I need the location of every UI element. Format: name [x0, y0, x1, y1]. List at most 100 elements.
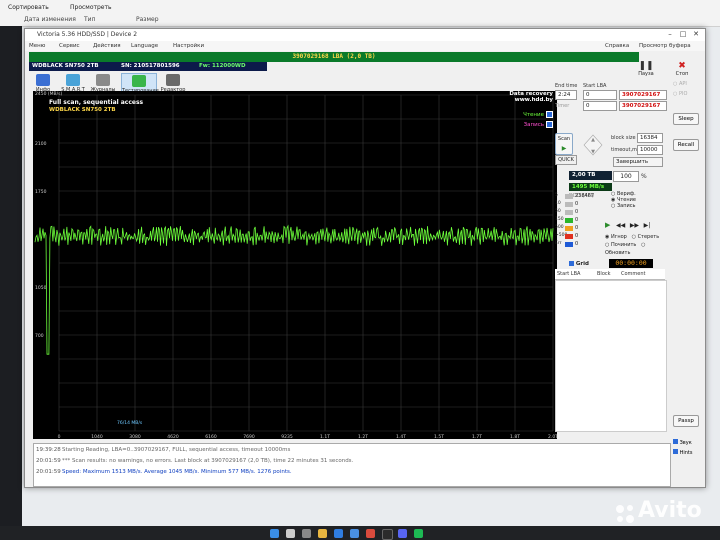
x-tick-label: 1.1T	[320, 434, 330, 439]
timer-field[interactable]: 0	[583, 101, 617, 111]
search-icon[interactable]	[286, 529, 295, 538]
smart-icon	[66, 74, 80, 86]
prev-icon[interactable]: ◀◀	[616, 222, 625, 229]
x-tick-label: 1040	[91, 434, 103, 439]
grid-checkbox[interactable]: Grid	[569, 261, 589, 267]
maximize-icon[interactable]: □	[678, 30, 688, 38]
scan-button[interactable]: Scan ▶	[555, 133, 573, 155]
legend-write-checkbox[interactable]	[546, 121, 553, 128]
sort-button[interactable]: Сортировать	[4, 3, 53, 13]
svg-text:▼: ▼	[591, 149, 595, 155]
view-button[interactable]: Просмотреть	[66, 3, 116, 13]
menu-service[interactable]: Сервис	[59, 43, 80, 49]
col-date[interactable]: Дата изменения	[24, 15, 76, 25]
legend-read-checkbox[interactable]	[546, 111, 553, 118]
sound-checkbox[interactable]: Звук	[673, 439, 692, 446]
device-firmware: Fw: 112000WD	[199, 63, 246, 69]
y-tick-label: 1050	[35, 285, 47, 291]
latency-label: Err	[555, 241, 562, 246]
ignore-radio[interactable]: ◉ Игнор	[605, 234, 627, 240]
log-line: 19:39:28Starting Reading, LBA=0..3907029…	[36, 447, 290, 453]
col-size[interactable]: Размер	[136, 15, 159, 25]
col-type[interactable]: Тип	[84, 15, 96, 25]
y-tick-label: 1750	[35, 189, 47, 195]
start-icon[interactable]	[270, 529, 279, 538]
device-serial: SN: 210517801596	[121, 63, 180, 69]
play-icon[interactable]: ▶	[605, 221, 610, 229]
end-icon[interactable]: ▶|	[644, 222, 651, 229]
latency-count: 0	[575, 233, 579, 239]
folder-icon[interactable]	[318, 529, 327, 538]
x-tick-label: 3080	[129, 434, 141, 439]
legend-write[interactable]: Запись	[523, 121, 553, 128]
menu-language[interactable]: Language	[131, 43, 158, 49]
menu-clipboard[interactable]: Просмотр буфера	[639, 43, 691, 49]
latency-counter-row: 5 238467	[555, 193, 595, 200]
scanned-size: 2,00 TB	[569, 171, 612, 180]
taskview-icon[interactable]	[302, 529, 311, 538]
speed-chart: 2100 1750 1050 700 0 1040 3080 4620 6160 7690 9235…	[34, 94, 557, 439]
timer-label: Timer	[555, 103, 570, 109]
file-explorer-bar: Сортировать Просмотреть Дата изменения Т…	[0, 0, 720, 27]
app-icon[interactable]	[382, 529, 393, 540]
pio-radio[interactable]: ○ PIO	[673, 91, 687, 97]
next-icon[interactable]: ▶▶	[630, 222, 639, 229]
menu-actions[interactable]: Действия	[93, 43, 121, 49]
latency-counter-row: 500 0	[555, 225, 595, 232]
chrome-icon[interactable]	[366, 529, 375, 538]
play-icon: ▶	[561, 145, 567, 152]
lba-field-2[interactable]: 3907029167	[619, 101, 667, 111]
sleep-button[interactable]: Sleep	[673, 113, 699, 125]
menu-main[interactable]: Меню	[29, 43, 45, 49]
log-text: *** Scan results: no warnings, no errors…	[62, 458, 354, 464]
store-icon[interactable]	[350, 529, 359, 538]
timeout-field[interactable]: 10000	[637, 145, 663, 155]
direction-pad[interactable]: ▲ ▼	[581, 133, 605, 157]
latency-swatch	[565, 218, 573, 223]
timeout-label: timeout,ms	[611, 147, 640, 153]
close-icon[interactable]: ✕	[691, 30, 701, 38]
error-options: ◉ Игнор ○ Стереть ○ Починить ○ Обновить	[605, 233, 665, 257]
log-line: 20:01:59Speed: Maximum 1513 MB/s. Averag…	[36, 469, 292, 475]
fix-radio[interactable]: ○ Починить	[605, 242, 636, 248]
log-time: 20:01:59	[36, 458, 61, 464]
edge-icon[interactable]	[334, 529, 343, 538]
api-radio[interactable]: ○ API	[673, 81, 687, 87]
discord-icon[interactable]	[398, 529, 407, 538]
y-unit-label: 2450 (MB/s)	[35, 92, 63, 97]
event-log[interactable]: 19:39:28Starting Reading, LBA=0..3907029…	[33, 443, 671, 487]
end-action-select[interactable]: Завершить	[613, 157, 663, 167]
log-time: 19:39:28	[36, 447, 61, 453]
x-tick-label: 1.8T	[510, 434, 520, 439]
results-list[interactable]	[555, 280, 667, 432]
x-tick-label: 7690	[243, 434, 255, 439]
menu-help[interactable]: Справка	[605, 43, 629, 49]
passp-button[interactable]: Passp	[673, 415, 699, 427]
y-tick-label: 2100	[35, 141, 47, 147]
info-icon	[36, 74, 50, 86]
x-tick-label: 1.5T	[434, 434, 444, 439]
start-lba-field[interactable]: 0	[583, 90, 617, 100]
legend-read[interactable]: Чтение	[523, 111, 553, 118]
tab-block[interactable]: Block	[597, 271, 611, 277]
erase-radio[interactable]: ○ Стереть	[632, 234, 660, 240]
x-tick-label: 2.0T	[548, 434, 557, 439]
end-lba-field[interactable]: 3907029167	[619, 90, 667, 100]
recall-button[interactable]: Recall	[673, 139, 699, 151]
write-radio[interactable]: ○ Запись	[611, 203, 636, 209]
x-tick-label: 4620	[167, 434, 179, 439]
latency-count: 0	[575, 225, 579, 231]
tab-start-lba[interactable]: Start LBA	[557, 271, 580, 277]
victoria-window: Victoria 5.36 HDD/SSD | Device 2 – □ ✕ М…	[24, 28, 706, 488]
hints-checkbox[interactable]: Hints	[673, 449, 692, 456]
playback-controls[interactable]: ▶ ◀◀ ▶▶ ▶|	[605, 221, 661, 230]
block-size-field[interactable]: 16384	[637, 133, 663, 143]
percent-sign: %	[641, 173, 647, 180]
time-field[interactable]: 2:24	[555, 90, 577, 100]
minimize-icon[interactable]: –	[665, 30, 675, 38]
quick-button[interactable]: QUICK	[555, 155, 577, 165]
chart-legend: Чтение Запись	[523, 111, 553, 128]
menu-settings[interactable]: Настройки	[173, 43, 204, 49]
victoria-taskbar-icon[interactable]	[414, 529, 423, 538]
tab-comment[interactable]: Comment	[621, 271, 646, 277]
